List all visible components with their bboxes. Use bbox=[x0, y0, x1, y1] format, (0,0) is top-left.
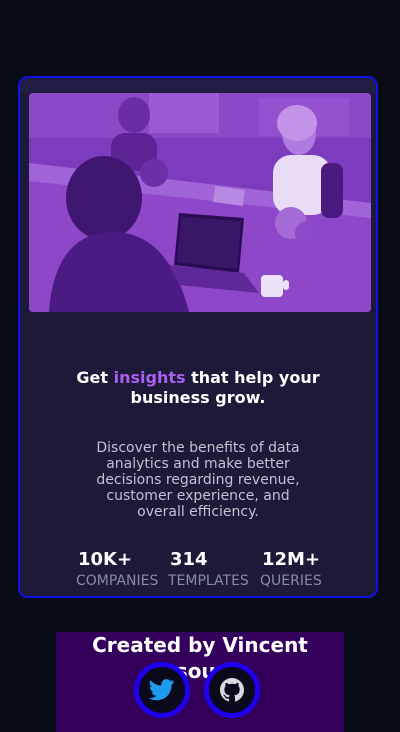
page: Get insights that help your business gro… bbox=[0, 0, 400, 732]
stat-queries: 12M+ QUERIES bbox=[260, 548, 355, 590]
attribution-footer: Created by Vincent Dsouza bbox=[56, 632, 344, 732]
stats-row: 10K+ COMPANIES 314 TEMPLATES 12M+ QUERIE… bbox=[76, 548, 336, 592]
stats-preview-card: Get insights that help your business gro… bbox=[18, 76, 378, 598]
github-icon bbox=[220, 678, 244, 702]
office-photo-illustration bbox=[29, 93, 371, 312]
stat-label: TEMPLATES bbox=[168, 573, 249, 589]
author-credit: Created by Vincent Dsouza bbox=[92, 633, 308, 683]
card-description: Discover the benefits of data analytics … bbox=[96, 440, 300, 520]
stat-label: QUERIES bbox=[260, 573, 322, 589]
github-link[interactable] bbox=[204, 662, 260, 718]
stat-companies: 10K+ COMPANIES bbox=[76, 548, 171, 590]
stat-label: COMPANIES bbox=[76, 573, 159, 589]
headline-accent-word: insights bbox=[113, 368, 186, 387]
headline-text-start: Get bbox=[76, 368, 114, 387]
stat-templates: 314 TEMPLATES bbox=[168, 548, 263, 590]
hero-image bbox=[29, 93, 371, 312]
stat-value: 12M+ bbox=[262, 549, 321, 570]
card-headline: Get insights that help your business gro… bbox=[40, 368, 356, 408]
twitter-link[interactable] bbox=[134, 662, 190, 718]
card-top-strip bbox=[20, 78, 376, 92]
stat-value: 10K+ bbox=[78, 549, 133, 570]
twitter-icon bbox=[149, 679, 175, 701]
stat-value: 314 bbox=[170, 549, 208, 570]
